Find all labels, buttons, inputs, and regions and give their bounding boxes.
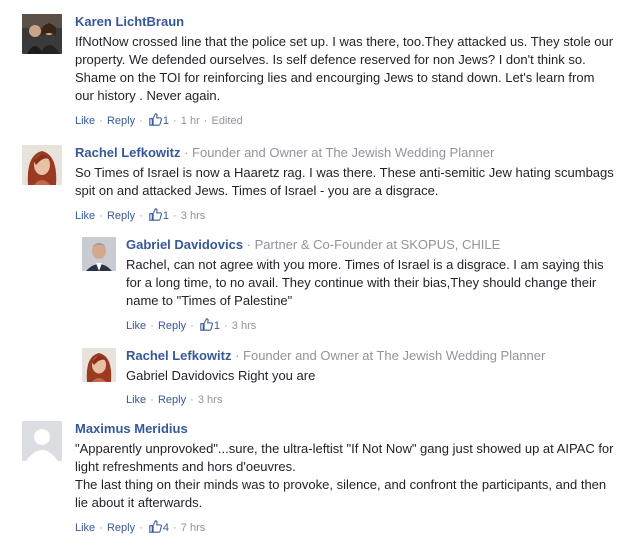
comment-header: Karen LichtBraun	[75, 14, 615, 30]
separator-dot: ·	[231, 348, 244, 363]
like-button[interactable]: Like	[75, 522, 95, 534]
comment-actions: Like · Reply · 1 · 1 hr · Edited	[75, 113, 615, 130]
separator-dot: ·	[187, 320, 197, 332]
reply-button[interactable]: Reply	[107, 522, 135, 534]
author-role: Founder and Owner at The Jewish Wedding …	[192, 145, 495, 160]
timestamp[interactable]: 3 hrs	[198, 394, 222, 406]
author-name[interactable]: Karen LichtBraun	[75, 14, 184, 29]
avatar[interactable]	[22, 145, 62, 185]
author-role: Founder and Owner at The Jewish Wedding …	[243, 348, 546, 363]
reply-button[interactable]: Reply	[158, 394, 186, 406]
author-name[interactable]: Maximus Meridius	[75, 421, 188, 436]
separator-dot: ·	[147, 320, 157, 332]
comment-rachel: Rachel Lefkowitz · Founder and Owner at …	[22, 145, 614, 225]
comment-actions: Like · Reply · 3 hrs	[126, 393, 614, 407]
comment-karen: Karen LichtBraun IfNotNow crossed line t…	[22, 14, 614, 138]
comment-body: So Times of Israel is now a Haaretz rag.…	[75, 165, 614, 198]
avatar-photo-icon	[22, 14, 62, 54]
comment-header: Rachel Lefkowitz · Founder and Owner at …	[126, 348, 614, 364]
like-button[interactable]: Like	[75, 210, 95, 222]
comment-text: Gabriel Davidovics Right you are	[126, 367, 614, 385]
author-role: Partner & Co-Founder at SKOPUS, CHILE	[254, 237, 501, 252]
like-button[interactable]: Like	[75, 115, 95, 127]
thumbs-up-icon[interactable]	[149, 520, 162, 537]
author-name[interactable]: Gabriel Davidovics	[126, 237, 243, 252]
comment-actions: Like · Reply · 1 · 3 hrs	[126, 318, 614, 335]
separator-dot: ·	[221, 320, 231, 332]
separator-dot: ·	[147, 394, 157, 406]
separator-dot: ·	[136, 115, 146, 127]
comment-actions: Like · Reply · 1 · 3 hrs	[75, 208, 615, 225]
separator-dot: ·	[170, 210, 180, 222]
separator-dot: ·	[180, 145, 193, 160]
reply-button[interactable]: Reply	[158, 320, 186, 332]
timestamp[interactable]: 1 hr	[181, 115, 200, 127]
default-avatar-icon	[22, 421, 62, 461]
avatar[interactable]	[22, 421, 62, 461]
separator-dot: ·	[96, 522, 106, 534]
comment-body-line: "Apparently unprovoked"...sure, the ultr…	[75, 441, 614, 474]
separator-dot: ·	[96, 115, 106, 127]
thumbs-up-icon[interactable]	[149, 208, 162, 225]
timestamp[interactable]: 3 hrs	[232, 320, 256, 332]
avatar[interactable]	[22, 14, 62, 54]
avatar[interactable]	[82, 237, 116, 271]
avatar-photo-icon	[82, 237, 116, 271]
thumbs-up-icon[interactable]	[200, 318, 213, 335]
thumbs-up-icon[interactable]	[149, 113, 162, 130]
reply-gabriel: Gabriel Davidovics · Partner & Co-Founde…	[82, 237, 614, 337]
like-button[interactable]: Like	[126, 320, 146, 332]
avatar-photo-icon	[22, 145, 62, 185]
author-name[interactable]: Rachel Lefkowitz	[126, 348, 231, 363]
separator-dot: ·	[243, 237, 255, 252]
comment-body-line: The last thing on their minds was to pro…	[75, 477, 607, 510]
comment-text: Rachel, can not agree with you more. Tim…	[126, 256, 614, 310]
comment-body: IfNotNow crossed line that the police se…	[75, 34, 614, 103]
comment-maximus: Maximus Meridius "Apparently unprovoked"…	[22, 421, 614, 545]
reply-button[interactable]: Reply	[107, 210, 135, 222]
separator-dot: ·	[96, 210, 106, 222]
separator-dot: ·	[187, 394, 197, 406]
separator-dot: ·	[136, 522, 146, 534]
comment-text: IfNotNow crossed line that the police se…	[75, 33, 615, 105]
separator-dot: ·	[170, 522, 180, 534]
comment-actions: Like · Reply · 4 · 7 hrs	[75, 520, 615, 537]
comment-body: Rachel, can not agree with you more. Tim…	[126, 257, 604, 308]
reply-rachel: Rachel Lefkowitz · Founder and Owner at …	[82, 348, 614, 410]
edited-label: Edited	[211, 115, 243, 127]
timestamp[interactable]: 7 hrs	[181, 522, 205, 534]
reply-button[interactable]: Reply	[107, 115, 135, 127]
author-name[interactable]: Rachel Lefkowitz	[75, 145, 180, 160]
comment-header: Rachel Lefkowitz · Founder and Owner at …	[75, 145, 615, 161]
separator-dot: ·	[170, 115, 180, 127]
comment-body: Gabriel Davidovics Right you are	[126, 368, 316, 383]
separator-dot: ·	[200, 115, 211, 127]
comment-text: So Times of Israel is now a Haaretz rag.…	[75, 164, 615, 200]
comment-text: "Apparently unprovoked"...sure, the ultr…	[75, 440, 615, 512]
avatar-photo-icon	[82, 348, 116, 382]
separator-dot: ·	[136, 210, 146, 222]
timestamp[interactable]: 3 hrs	[181, 210, 205, 222]
avatar[interactable]	[82, 348, 116, 382]
like-button[interactable]: Like	[126, 394, 146, 406]
comment-header: Gabriel Davidovics · Partner & Co-Founde…	[126, 237, 614, 253]
comment-header: Maximus Meridius	[75, 421, 615, 437]
